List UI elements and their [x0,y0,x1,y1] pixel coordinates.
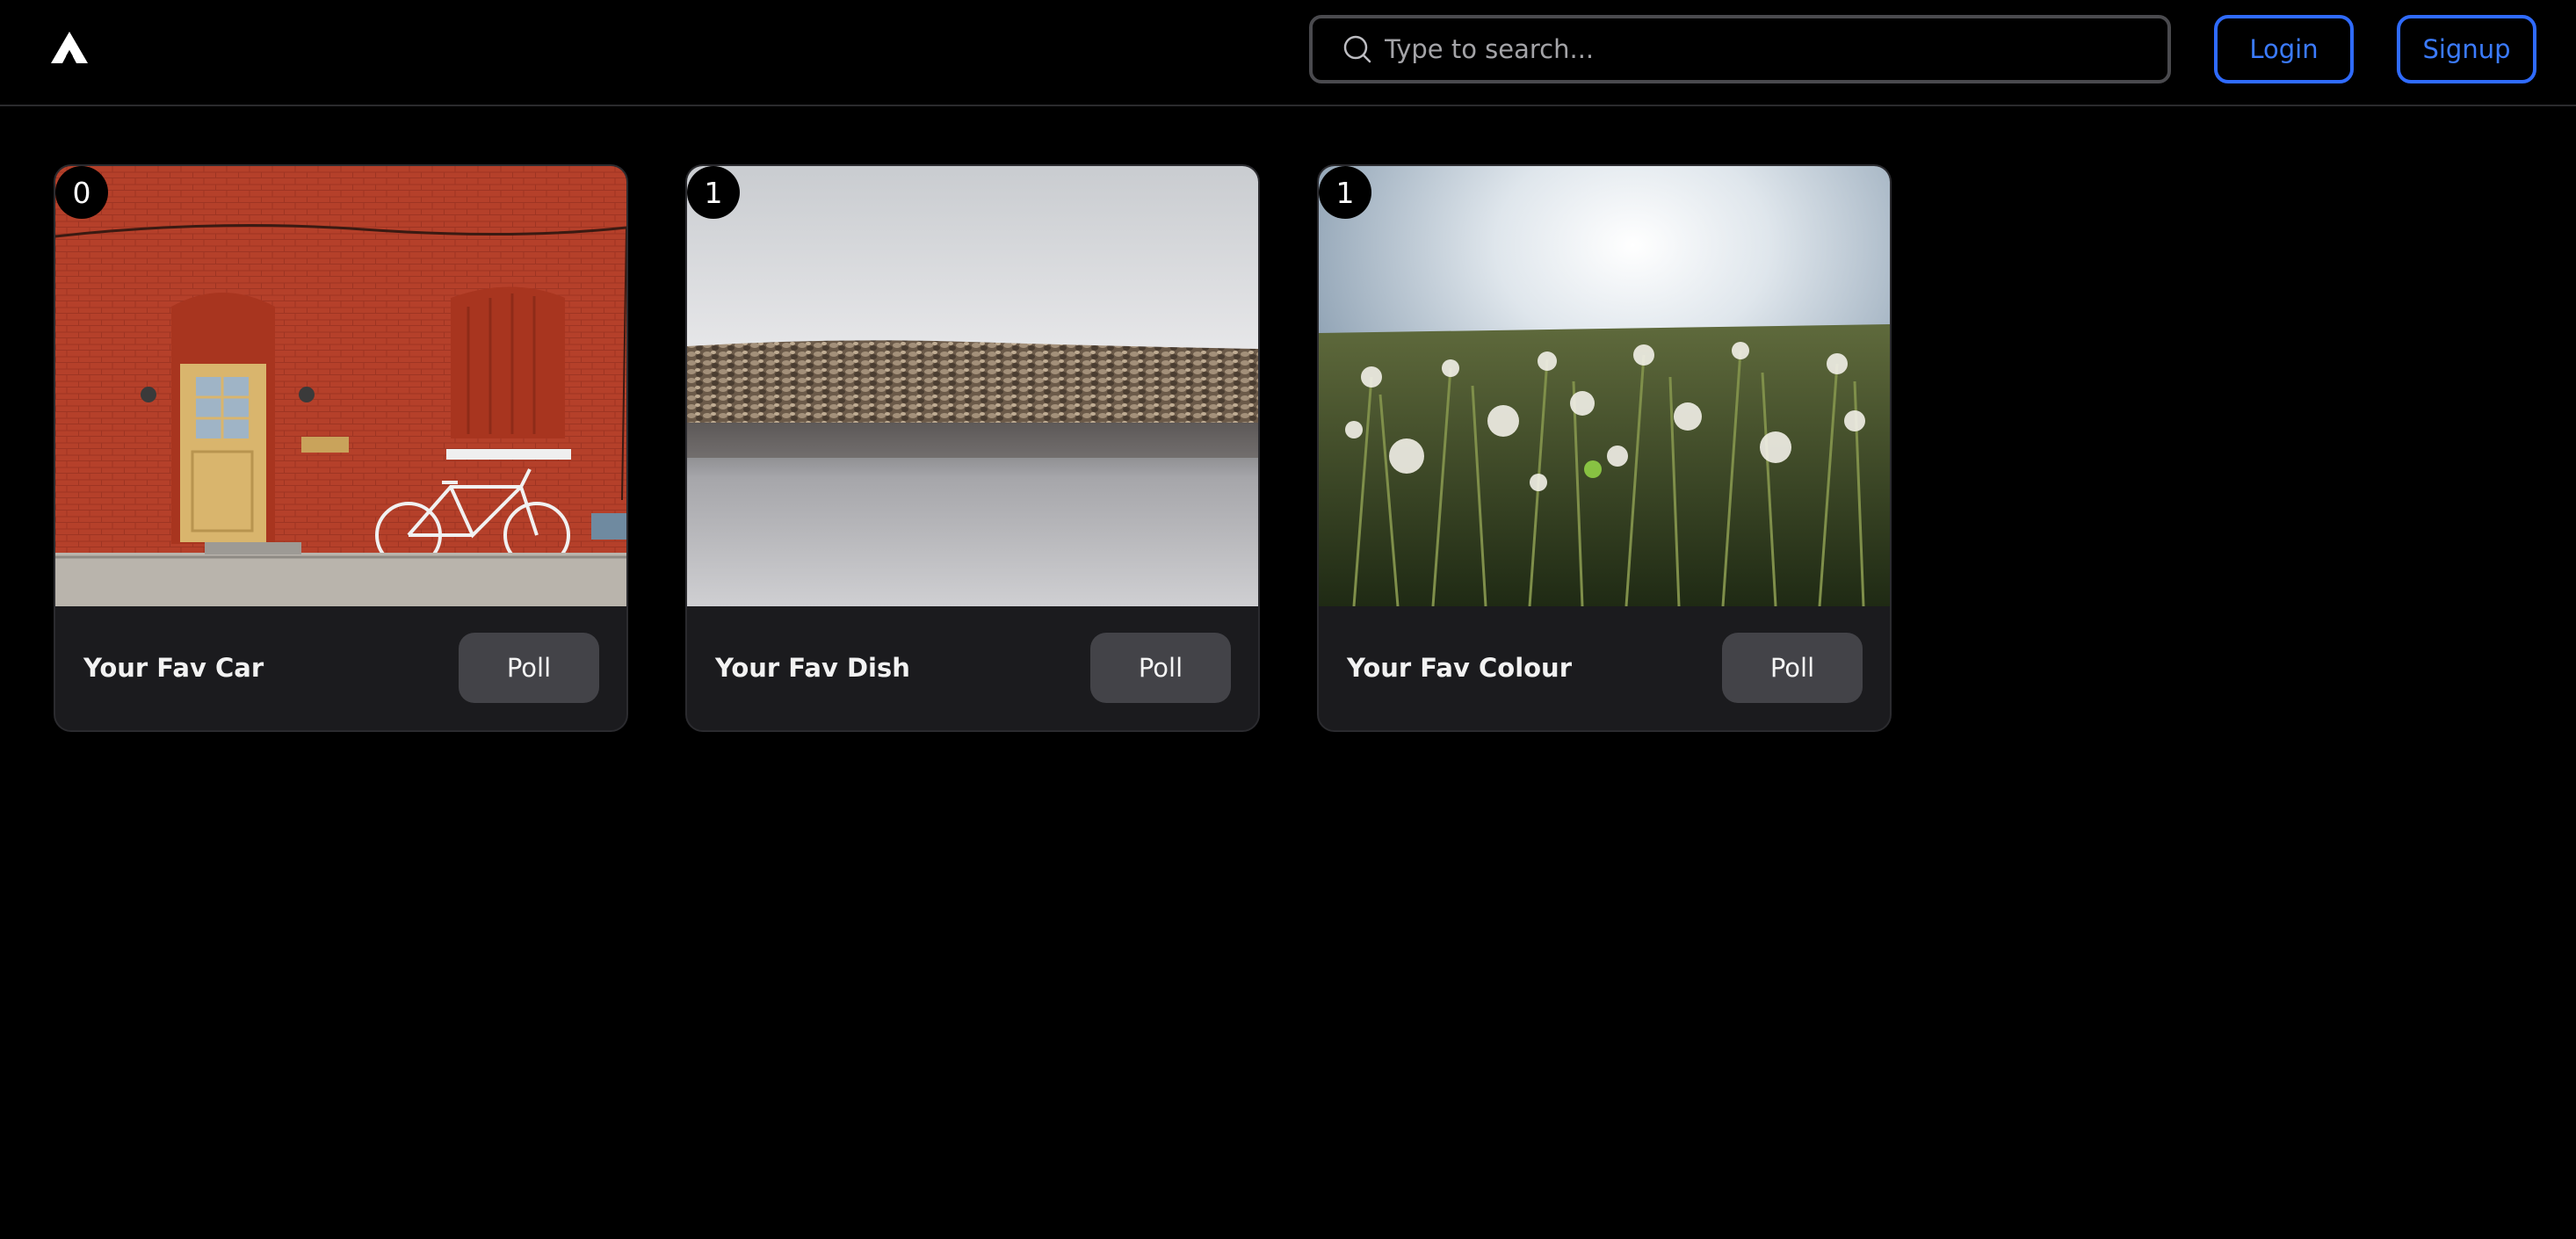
search-input[interactable] [1385,23,2167,76]
vote-count-badge: 1 [687,166,740,219]
poll-button[interactable]: Poll [1722,633,1863,703]
poll-card[interactable]: 1 [1317,164,1892,732]
poll-card[interactable]: 1 [685,164,1260,732]
poll-card[interactable]: 0 Your Fav Car Poll [54,164,628,732]
card-title: Your Fav Dish [715,653,910,683]
top-nav-bar: Login Signup [0,0,2576,106]
login-button[interactable]: Login [2214,15,2354,83]
card-image [1319,166,1890,606]
search-icon [1343,35,1371,63]
card-title: Your Fav Car [83,653,264,683]
triangle-logo-icon[interactable] [51,32,88,63]
vote-count-badge: 1 [1319,166,1371,219]
poll-button[interactable]: Poll [459,633,599,703]
card-image [55,166,626,606]
vote-count-badge: 0 [55,166,108,219]
card-image [687,166,1258,606]
poll-button[interactable]: Poll [1090,633,1231,703]
card-title: Your Fav Colour [1347,653,1573,683]
signup-button[interactable]: Signup [2397,15,2536,83]
search-bar[interactable] [1309,15,2171,83]
